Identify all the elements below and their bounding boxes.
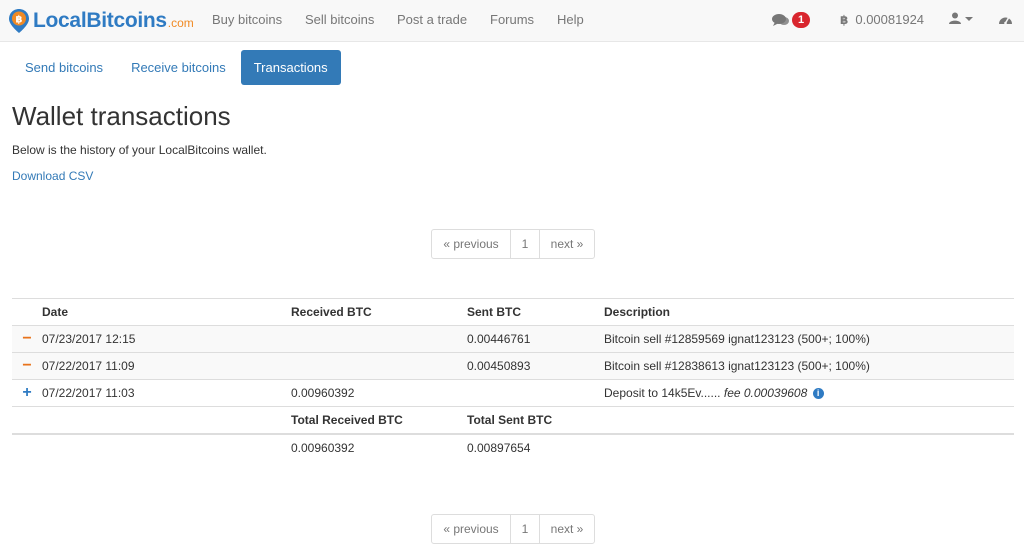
tab-transactions[interactable]: Transactions — [240, 50, 341, 85]
user-icon — [949, 12, 961, 24]
table-row: − 07/23/2017 12:15 0.00446761 Bitcoin se… — [12, 325, 1014, 353]
total-received-value: 0.00960392 — [291, 441, 355, 455]
row-date: 07/23/2017 12:15 — [42, 325, 291, 353]
transactions-table: Date Received BTC Sent BTC Description −… — [12, 298, 1014, 462]
pagination-bottom: « previous 1 next » — [431, 514, 595, 544]
pagination-top: « previous 1 next » — [431, 229, 595, 259]
total-sent-label: Total Sent BTC — [467, 406, 604, 435]
row-date: 07/22/2017 11:03 — [42, 379, 291, 407]
totals-value-row: 0.00960392 0.00897654 — [12, 434, 1014, 462]
caret-down-icon — [965, 17, 973, 21]
bitcoin-icon: ฿ — [840, 12, 849, 27]
fee-text: fee 0.00039608 — [723, 386, 808, 400]
table-row: − 07/22/2017 11:09 0.00450893 Bitcoin se… — [12, 352, 1014, 380]
header-sent: Sent BTC — [467, 298, 604, 326]
table-header-row: Date Received BTC Sent BTC Description — [12, 298, 1014, 326]
row-description: Bitcoin sell #12838613 ignat123123 (500+… — [604, 352, 1014, 380]
pagination-next[interactable]: next » — [539, 515, 594, 543]
row-sent: 0.00446761 — [467, 325, 604, 353]
total-received-label: Total Received BTC — [291, 406, 467, 435]
nav-sell-bitcoins[interactable]: Sell bitcoins — [305, 12, 374, 27]
dashboard-gauge-icon — [999, 16, 1012, 25]
pagination-page-1[interactable]: 1 — [510, 515, 539, 543]
tab-receive-bitcoins[interactable]: Receive bitcoins — [118, 50, 239, 85]
table-row: + 07/22/2017 11:03 0.00960392 Deposit to… — [12, 379, 1014, 407]
brand-logo[interactable]: ฿ LocalBitcoins.com — [8, 8, 194, 34]
row-sent — [467, 379, 604, 407]
header-icon-col — [12, 298, 42, 326]
info-icon[interactable]: i — [812, 388, 824, 400]
brand-suffix: .com — [167, 16, 194, 30]
download-csv-link[interactable]: Download CSV — [12, 169, 93, 183]
pagination-page-1[interactable]: 1 — [510, 230, 539, 258]
map-pin-bitcoin-icon: ฿ — [9, 9, 29, 33]
minus-icon: − — [12, 352, 42, 380]
tab-send-bitcoins[interactable]: Send bitcoins — [12, 50, 116, 85]
messages-button[interactable]: 1 — [772, 12, 811, 28]
minus-icon: − — [12, 325, 42, 353]
dashboard-button[interactable] — [998, 12, 1013, 25]
wallet-tabs: Send bitcoins Receive bitcoins Transacti… — [12, 50, 343, 85]
header-date: Date — [42, 298, 291, 326]
plus-icon: + — [12, 379, 42, 407]
header-received: Received BTC — [291, 298, 467, 326]
wallet-balance: 0.00081924 — [855, 12, 925, 27]
totals-header-row: Total Received BTC Total Sent BTC — [12, 406, 1014, 435]
row-date: 07/22/2017 11:09 — [42, 352, 291, 380]
pagination-next[interactable]: next » — [539, 230, 594, 258]
pagination-previous[interactable]: « previous — [432, 230, 510, 258]
row-received: 0.00960392 — [291, 379, 467, 407]
top-navbar: ฿ LocalBitcoins.com Buy bitcoins Sell bi… — [0, 0, 1024, 42]
nav-help[interactable]: Help — [557, 12, 584, 27]
page-title: Wallet transactions — [12, 101, 231, 131]
nav-buy-bitcoins[interactable]: Buy bitcoins — [212, 12, 282, 27]
nav-post-trade[interactable]: Post a trade — [397, 12, 467, 27]
pagination-previous[interactable]: « previous — [432, 515, 510, 543]
deposit-address-text: Deposit to 14k5Ev...... — [604, 386, 721, 400]
row-sent: 0.00450893 — [467, 352, 604, 380]
intro-text: Below is the history of your LocalBitcoi… — [12, 143, 267, 157]
header-description: Description — [604, 298, 1014, 326]
total-sent-value: 0.00897654 — [467, 441, 531, 455]
messages-count-badge: 1 — [792, 12, 811, 28]
row-description: Deposit to 14k5Ev...... fee 0.00039608 i — [604, 379, 1014, 407]
row-description: Bitcoin sell #12859569 ignat123123 (500+… — [604, 325, 1014, 353]
svg-text:฿: ฿ — [16, 15, 23, 26]
row-received — [291, 325, 467, 353]
brand-name: LocalBitcoins.com — [33, 9, 194, 32]
nav-forums[interactable]: Forums — [490, 12, 534, 27]
user-menu-dropdown[interactable] — [949, 12, 974, 24]
chat-bubbles-icon — [772, 14, 789, 26]
row-received — [291, 352, 467, 380]
wallet-balance-link[interactable]: ฿ 0.00081924 — [840, 12, 924, 27]
